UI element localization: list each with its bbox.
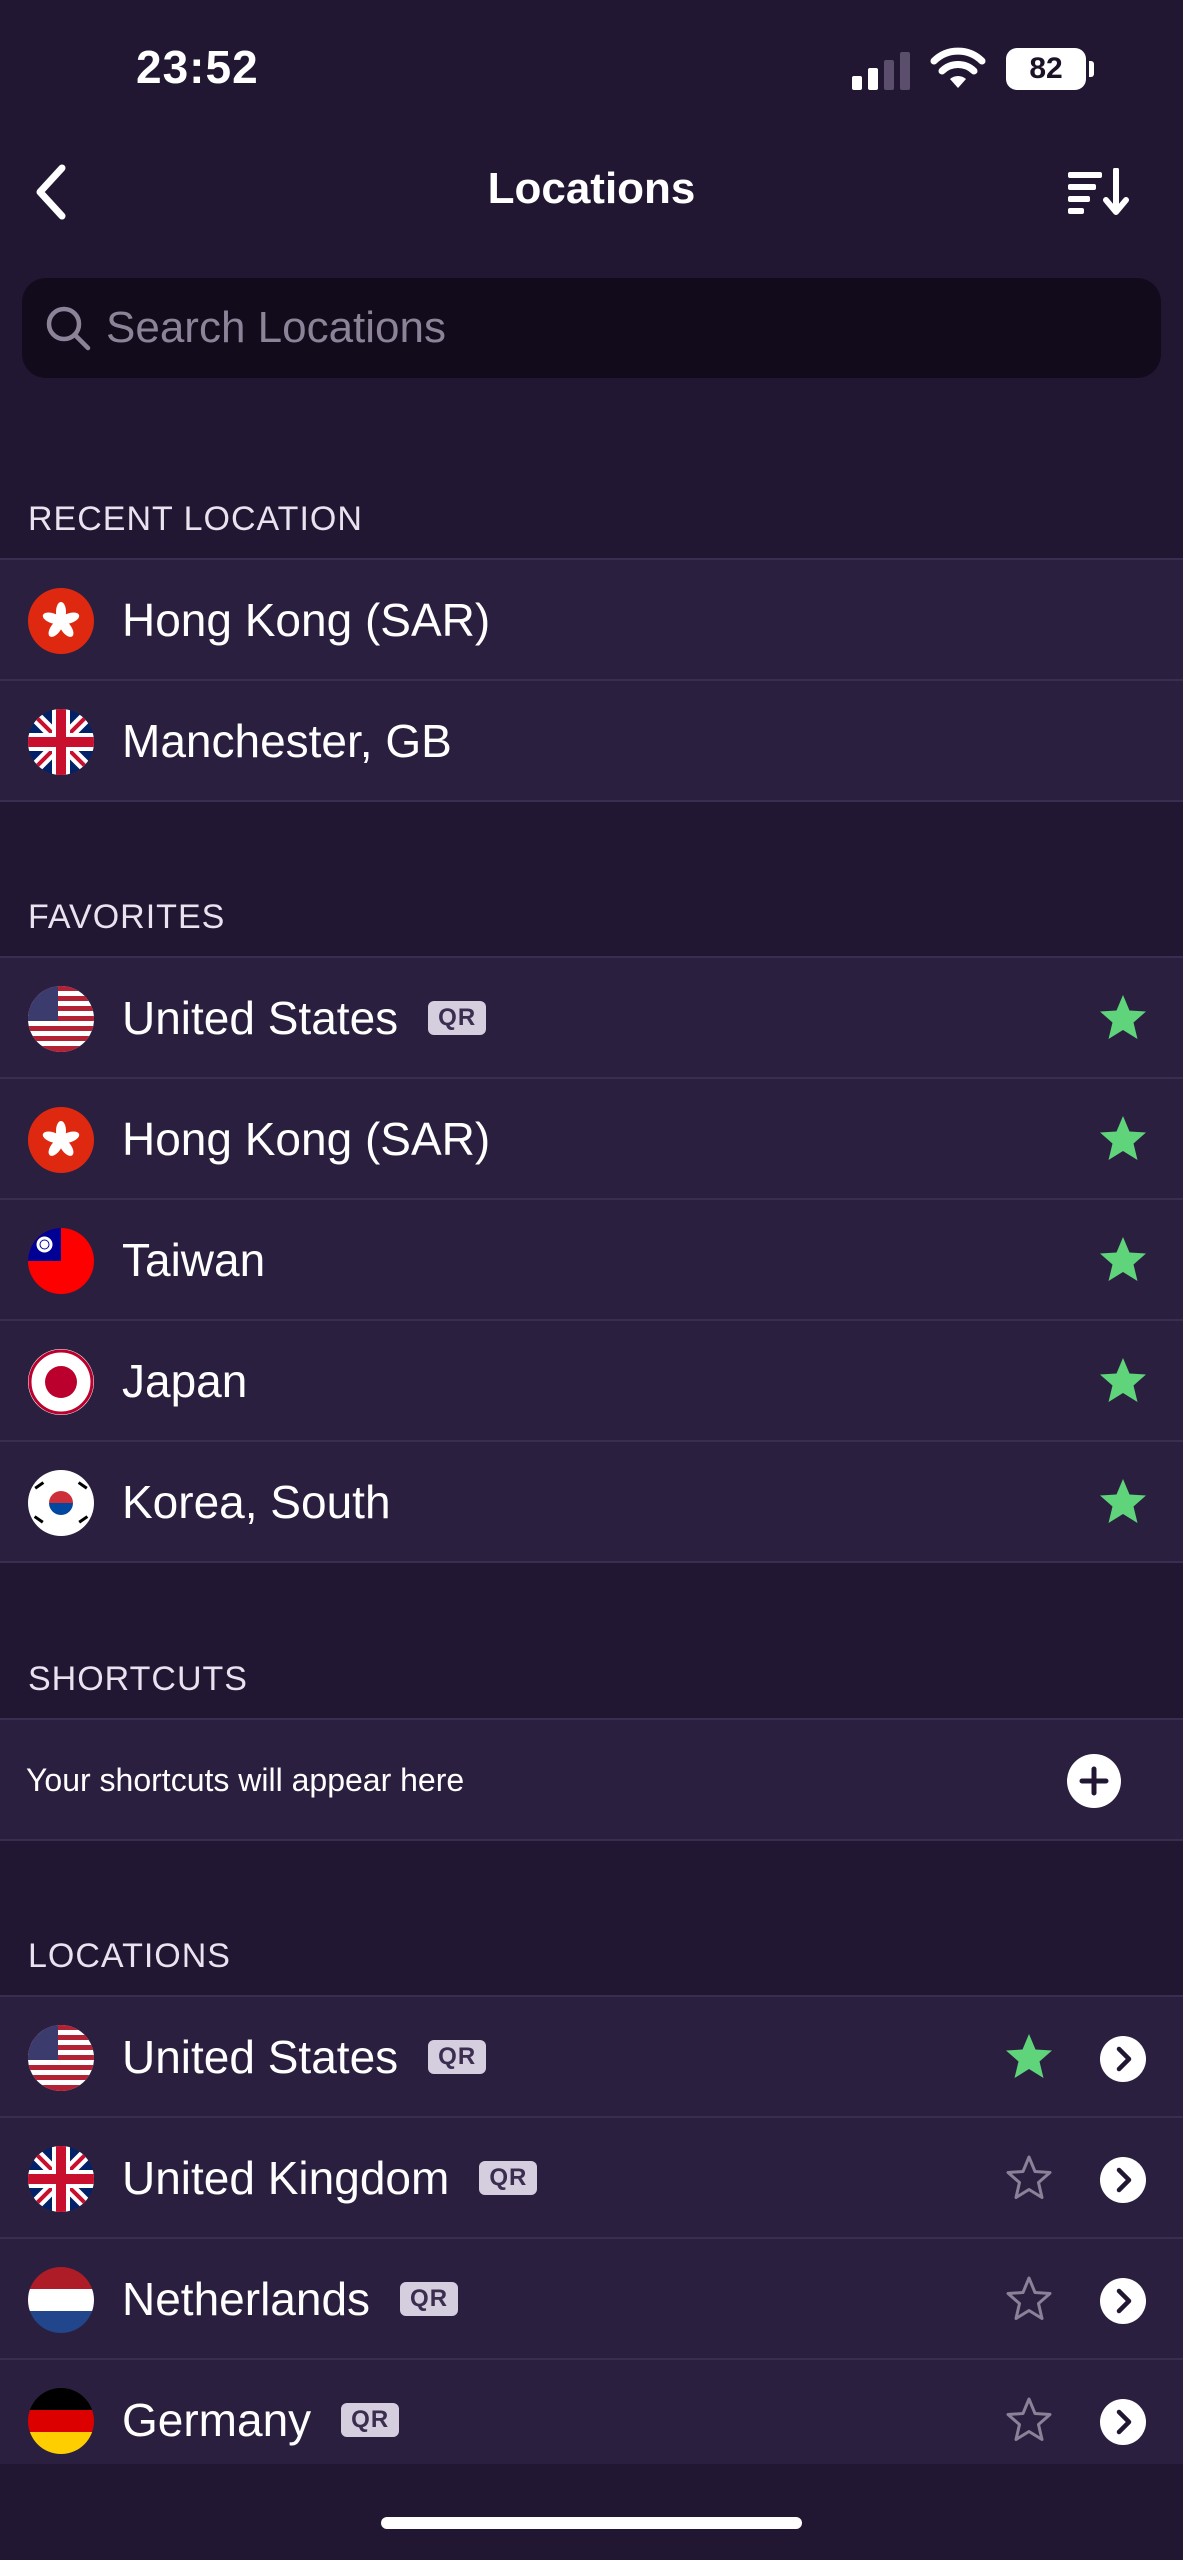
page-title: Locations	[487, 164, 696, 213]
location-name: Hong Kong (SAR)	[122, 1113, 491, 1165]
uk-flag-icon	[28, 2146, 94, 2212]
sort-icon[interactable]	[1066, 168, 1130, 216]
nav-bar: Locations	[0, 150, 1183, 234]
plus-icon	[1079, 1766, 1109, 1796]
south-korea-flag-icon	[28, 1470, 94, 1536]
location-name: United States QR	[122, 958, 487, 1079]
add-shortcut-button[interactable]	[1067, 1754, 1121, 1808]
list-item[interactable]: Netherlands QR	[0, 2239, 1183, 2360]
location-name: United Kingdom QR	[122, 2118, 538, 2239]
section-header-recent: RECENT LOCATION	[28, 500, 363, 538]
section-header-locations: LOCATIONS	[28, 1937, 231, 1975]
cellular-signal-icon	[852, 52, 910, 90]
qr-badge: QR	[341, 2402, 400, 2437]
star-outline-icon[interactable]	[1003, 2152, 1055, 2204]
location-name: Taiwan	[122, 1234, 266, 1286]
qr-badge: QR	[428, 2039, 487, 2074]
chevron-right-icon[interactable]	[1100, 2399, 1146, 2445]
us-flag-icon	[28, 986, 94, 1052]
search-bar[interactable]	[22, 278, 1161, 378]
wifi-icon	[930, 47, 986, 88]
chevron-right-icon[interactable]	[1100, 2157, 1146, 2203]
favorites-list: United States QR Hong Kong (SAR) Taiwan …	[0, 956, 1183, 1563]
list-item[interactable]: Taiwan	[0, 1200, 1183, 1321]
shortcuts-list: Your shortcuts will appear here	[0, 1718, 1183, 1841]
star-filled-icon[interactable]	[1097, 1234, 1149, 1286]
list-item[interactable]: Manchester, GB	[0, 681, 1183, 802]
search-input[interactable]	[106, 278, 1126, 378]
taiwan-flag-icon	[28, 1228, 94, 1294]
hong-kong-flag-icon	[28, 1107, 94, 1173]
star-outline-icon[interactable]	[1003, 2394, 1055, 2446]
bottom-bar	[0, 2464, 1183, 2560]
star-filled-icon[interactable]	[1097, 1355, 1149, 1407]
netherlands-flag-icon	[28, 2267, 94, 2333]
location-name: Manchester, GB	[122, 715, 452, 767]
star-filled-icon[interactable]	[1097, 1476, 1149, 1528]
list-item[interactable]: Hong Kong (SAR)	[0, 560, 1183, 681]
list-item[interactable]: United States QR	[0, 1997, 1183, 2118]
chevron-right-icon[interactable]	[1100, 2036, 1146, 2082]
star-outline-icon[interactable]	[1003, 2273, 1055, 2325]
search-icon	[46, 306, 91, 351]
shortcuts-empty-text: Your shortcuts will appear here	[26, 1762, 465, 1798]
section-header-shortcuts: SHORTCUTS	[28, 1660, 248, 1698]
list-item[interactable]: United Kingdom QR	[0, 2118, 1183, 2239]
location-name: Germany QR	[122, 2360, 400, 2481]
shortcuts-empty-row: Your shortcuts will appear here	[0, 1720, 1183, 1841]
japan-flag-icon	[28, 1349, 94, 1415]
hong-kong-flag-icon	[28, 588, 94, 654]
germany-flag-icon	[28, 2388, 94, 2454]
location-name: Hong Kong (SAR)	[122, 594, 491, 646]
us-flag-icon	[28, 2025, 94, 2091]
status-time: 23:52	[136, 41, 259, 93]
location-name: Japan	[122, 1355, 248, 1407]
chevron-right-icon[interactable]	[1100, 2278, 1146, 2324]
star-filled-icon[interactable]	[1003, 2031, 1055, 2083]
home-indicator[interactable]	[381, 2517, 802, 2529]
recent-list: Hong Kong (SAR) Manchester, GB	[0, 558, 1183, 802]
section-header-favorites: FAVORITES	[28, 898, 226, 936]
status-bar: 23:52 82	[0, 0, 1183, 140]
list-item[interactable]: Germany QR	[0, 2360, 1183, 2481]
star-filled-icon[interactable]	[1097, 1113, 1149, 1165]
location-name: United States QR	[122, 1997, 487, 2118]
qr-badge: QR	[479, 2160, 538, 2195]
location-name: Korea, South	[122, 1476, 391, 1528]
list-item[interactable]: Hong Kong (SAR)	[0, 1079, 1183, 1200]
list-item[interactable]: Korea, South	[0, 1442, 1183, 1563]
list-item[interactable]: United States QR	[0, 958, 1183, 1079]
list-item[interactable]: Japan	[0, 1321, 1183, 1442]
locations-list: United States QR United Kingdom QR Netherl…	[0, 1995, 1183, 2481]
qr-badge: QR	[400, 2281, 459, 2316]
qr-badge: QR	[428, 1000, 487, 1035]
star-filled-icon[interactable]	[1097, 992, 1149, 1044]
battery-icon: 82	[1006, 48, 1094, 90]
battery-level: 82	[1006, 48, 1086, 90]
uk-flag-icon	[28, 709, 94, 775]
location-name: Netherlands QR	[122, 2239, 459, 2360]
